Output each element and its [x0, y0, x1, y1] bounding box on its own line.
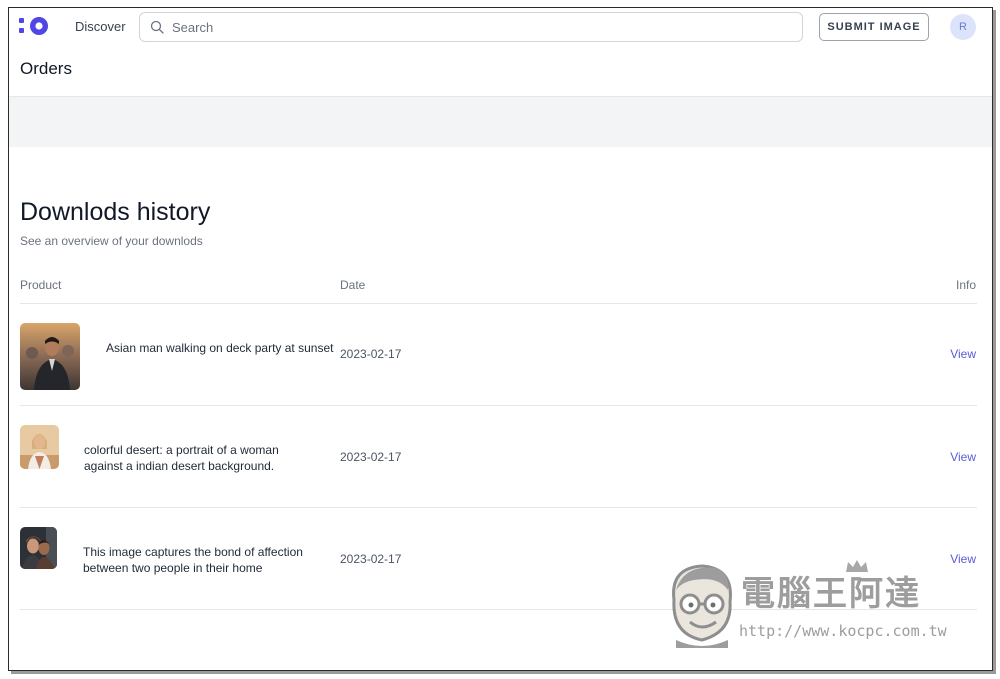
table-header-divider — [20, 303, 977, 304]
product-name: Asian man walking on deck party at sunse… — [106, 341, 334, 355]
column-header-info: Info — [955, 278, 976, 292]
submit-image-button[interactable]: SUBMIT IMAGE — [819, 13, 929, 41]
column-header-date: Date — [340, 278, 366, 292]
row-date: 2023-02-17 — [340, 552, 402, 566]
product-name: This image captures the bond of affectio… — [83, 545, 303, 575]
app-window: Discover SUBMIT IMAGE R Orders Downlods … — [8, 7, 993, 671]
watermark: 電腦王阿達 http://www.kocpc.com.tw — [664, 560, 964, 650]
product-name: colorful desert: a portrait of a woman a… — [84, 443, 279, 473]
section-subtitle: See an overview of your downlods — [20, 234, 203, 248]
view-link[interactable]: View — [950, 347, 976, 361]
product-thumbnail[interactable] — [20, 527, 57, 569]
user-avatar[interactable]: R — [950, 14, 976, 40]
product-thumbnail[interactable] — [20, 323, 80, 390]
watermark-url: http://www.kocpc.com.tw — [739, 622, 947, 640]
column-header-product: Product — [20, 278, 62, 292]
product-thumbnail[interactable] — [20, 425, 59, 469]
row-divider — [20, 405, 977, 406]
view-link[interactable]: View — [950, 450, 976, 464]
row-date: 2023-02-17 — [340, 450, 402, 464]
search-input[interactable] — [172, 18, 772, 36]
nav-discover-link[interactable]: Discover — [75, 19, 126, 34]
gray-banner — [9, 97, 992, 147]
mascot-face-icon — [672, 564, 732, 648]
brand-logo-icon[interactable] — [19, 16, 51, 36]
search-box[interactable] — [139, 12, 803, 42]
search-icon — [150, 20, 164, 34]
page-title: Orders — [20, 59, 72, 78]
section-title: Downlods history — [20, 198, 211, 226]
row-divider — [20, 507, 977, 508]
row-date: 2023-02-17 — [340, 347, 402, 361]
top-bar: Discover SUBMIT IMAGE R — [9, 8, 992, 48]
watermark-title: 電腦王阿達 — [741, 574, 921, 614]
